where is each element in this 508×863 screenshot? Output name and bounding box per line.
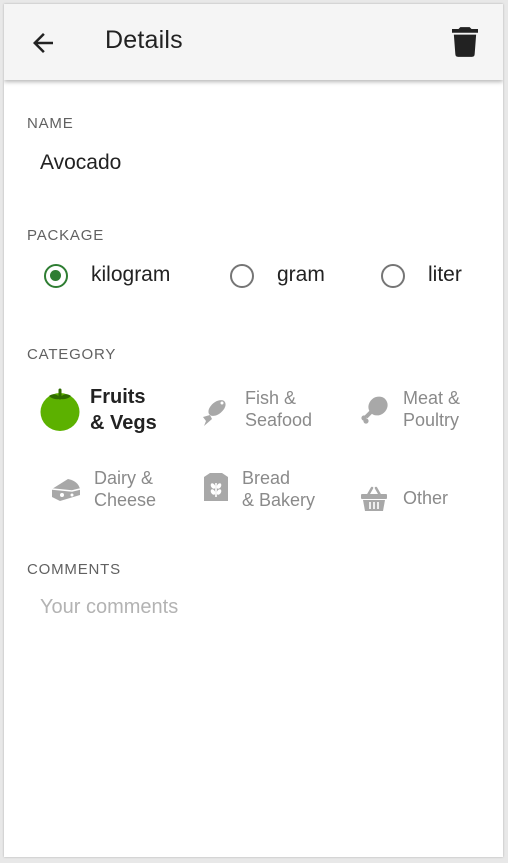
name-label: NAME bbox=[27, 115, 74, 132]
category-meat-poultry-line2: Poultry bbox=[403, 410, 460, 430]
arrow-back-icon bbox=[33, 33, 53, 53]
radio-gram-label: gram bbox=[277, 263, 325, 286]
basket-icon bbox=[361, 486, 387, 511]
category-fruits-vegs[interactable]: Fruits & Vegs bbox=[40, 384, 190, 440]
category-dairy-cheese-line2: Cheese bbox=[94, 490, 157, 510]
category-bread-bakery-line2: & Bakery bbox=[242, 490, 316, 510]
page-title: Details bbox=[105, 26, 183, 54]
package-label: PACKAGE bbox=[27, 227, 105, 244]
category-fish-seafood[interactable]: Fish & Seafood bbox=[200, 385, 330, 435]
category-meat-poultry[interactable]: Meat & Poultry bbox=[359, 385, 489, 435]
trash-icon bbox=[452, 27, 478, 57]
fish-icon bbox=[203, 400, 226, 426]
screen: Details NAME Avocado PACKAGE kilogram gr… bbox=[4, 4, 503, 857]
delete-button[interactable] bbox=[452, 27, 478, 57]
category-bread-bakery-line1: Bread bbox=[242, 468, 291, 488]
category-bread-bakery[interactable]: Bread & Bakery bbox=[202, 465, 332, 515]
comments-label: COMMENTS bbox=[27, 561, 121, 578]
category-fish-seafood-line1: Fish & bbox=[245, 388, 297, 408]
category-dairy-cheese-line1: Dairy & bbox=[94, 468, 154, 488]
cheese-icon bbox=[51, 479, 81, 501]
category-dairy-cheese[interactable]: Dairy & Cheese bbox=[50, 465, 180, 515]
category-label: CATEGORY bbox=[27, 346, 117, 363]
category-other[interactable]: Other bbox=[360, 482, 470, 518]
category-fish-seafood-line2: Seafood bbox=[245, 410, 313, 430]
back-button[interactable] bbox=[28, 28, 58, 58]
radio-checked-icon bbox=[44, 264, 68, 288]
name-field[interactable]: Avocado bbox=[40, 151, 121, 175]
radio-unchecked-icon bbox=[230, 264, 254, 288]
tomato-icon bbox=[40, 388, 80, 431]
bread-icon bbox=[204, 473, 228, 501]
radio-liter-label: liter bbox=[428, 263, 462, 286]
category-fruits-vegs-line2: & Vegs bbox=[90, 412, 157, 434]
category-other-line1: Other bbox=[403, 488, 449, 508]
drumstick-icon bbox=[361, 396, 388, 424]
radio-unchecked-icon bbox=[381, 264, 405, 288]
radio-kilogram-label: kilogram bbox=[91, 263, 171, 286]
app-bar: Details bbox=[4, 4, 503, 80]
category-fruits-vegs-line1: Fruits bbox=[90, 386, 146, 408]
category-meat-poultry-line1: Meat & bbox=[403, 388, 461, 408]
comments-input[interactable]: Your comments bbox=[40, 596, 480, 619]
